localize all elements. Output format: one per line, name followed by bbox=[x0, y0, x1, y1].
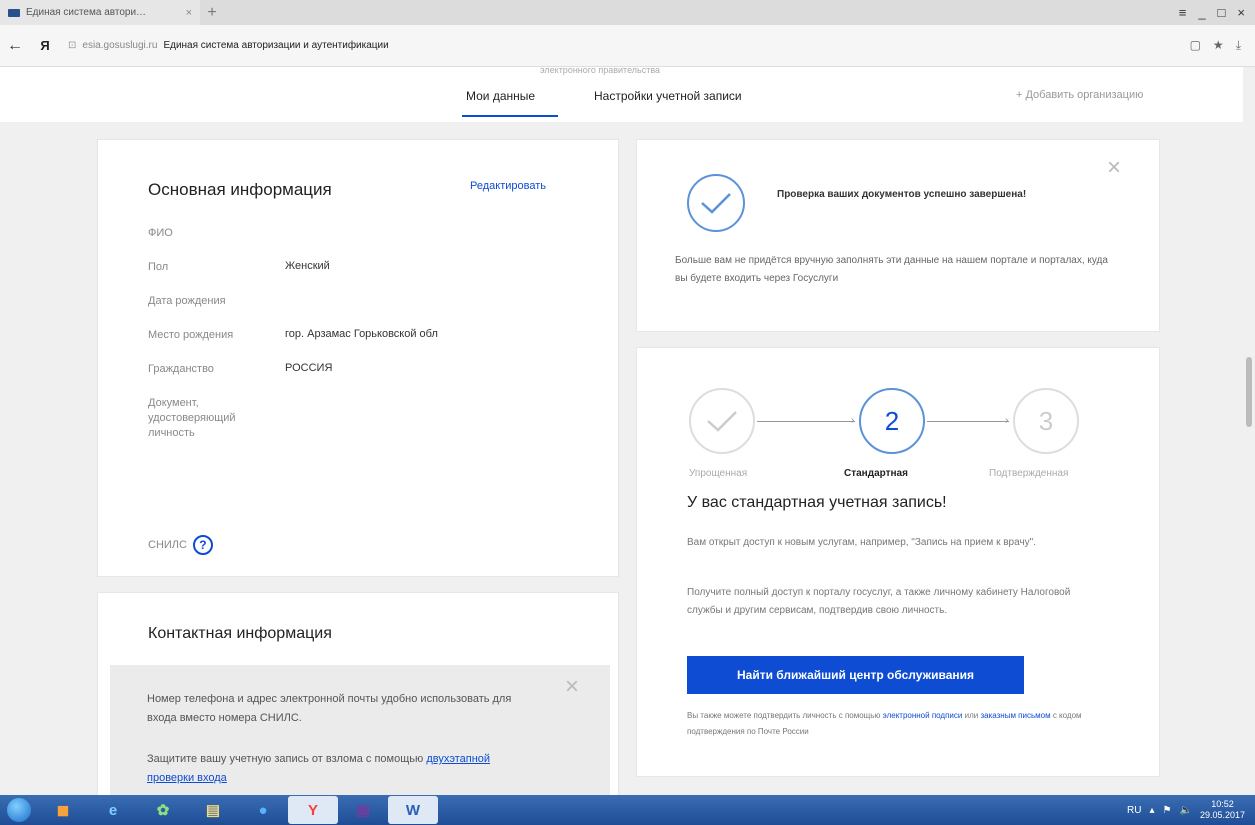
contact-note-2fa-text: Защитите вашу учетную запись от взлома с… bbox=[147, 753, 424, 765]
save-app-icon[interactable]: ▣ bbox=[338, 796, 388, 824]
account-level-card: › 2 › 3 Упрощенная Стандартная Подтвержд… bbox=[636, 347, 1160, 777]
snils-label: СНИЛС bbox=[148, 539, 187, 551]
tab-account-settings[interactable]: Настройки учетной записи bbox=[594, 89, 742, 103]
browser-titlebar: Единая система автори… × + ≡ _ □ × bbox=[0, 0, 1255, 25]
tab-my-data[interactable]: Мои данные bbox=[466, 89, 535, 103]
confirm-text-or: или bbox=[964, 711, 979, 720]
network-icon[interactable]: ▴ bbox=[1150, 805, 1155, 816]
birth-place-label: Место рождения bbox=[148, 329, 234, 341]
verification-text: Больше вам не придётся вручную заполнять… bbox=[675, 255, 1108, 284]
step-simplified-icon bbox=[689, 388, 755, 454]
account-level-full-access-text: Получите полный доступ к порталу госуслу… bbox=[687, 587, 1071, 616]
checkmark-icon bbox=[687, 174, 745, 232]
flag-icon[interactable]: ⚑ bbox=[1163, 805, 1172, 816]
windows-logo-icon bbox=[7, 798, 31, 822]
verification-card: × Проверка ваших документов успешно заве… bbox=[636, 139, 1160, 332]
url-host: esia.gosuslugi.ru bbox=[82, 40, 158, 51]
active-tab-indicator bbox=[462, 115, 558, 117]
step-connector bbox=[927, 421, 1009, 422]
start-button[interactable] bbox=[0, 795, 38, 825]
contact-info-title: Контактная информация bbox=[148, 625, 332, 642]
registered-letter-link[interactable]: заказным письмом bbox=[980, 711, 1050, 720]
find-service-center-button[interactable]: Найти ближайший центр обслуживания bbox=[687, 656, 1024, 694]
step-confirmed-icon: 3 bbox=[1013, 388, 1079, 454]
clock[interactable]: 10:52 29.05.2017 bbox=[1200, 799, 1245, 821]
taskbar: ◼ e ✿ ▤ ● Y ▣ W RU ▴ ⚑ 🔈 10:52 29.05.201… bbox=[0, 795, 1255, 825]
download-icon[interactable]: ⤓ bbox=[1236, 38, 1241, 53]
tab-title: Единая система автори… bbox=[26, 7, 147, 18]
main-info-card: Основная информация Редактировать ФИО По… bbox=[97, 139, 619, 577]
menu-icon[interactable]: ≡ bbox=[1179, 5, 1187, 20]
page-content: электронного правительства Мои данные На… bbox=[0, 67, 1255, 795]
yandex-logo[interactable]: Я bbox=[30, 38, 60, 53]
step-simplified-label: Упрощенная bbox=[689, 468, 748, 479]
snils-row: СНИЛС ? bbox=[148, 535, 213, 555]
step-confirmed-label: Подтвержденная bbox=[989, 468, 1069, 479]
site-favicon-icon bbox=[8, 8, 20, 17]
account-level-text: Вам открыт доступ к новым услугам, напри… bbox=[687, 537, 1036, 548]
yandex-browser-icon[interactable]: Y bbox=[288, 796, 338, 824]
clock-time: 10:52 bbox=[1211, 799, 1234, 809]
url-page-title: Единая система авторизации и аутентифика… bbox=[163, 40, 389, 51]
fio-label: ФИО bbox=[148, 227, 173, 239]
minimize-icon[interactable]: _ bbox=[1198, 5, 1205, 20]
header-hint: электронного правительства bbox=[540, 67, 661, 75]
url-field[interactable]: ⊡ esia.gosuslugi.ru Единая система автор… bbox=[68, 40, 389, 51]
media-icon[interactable]: ● bbox=[238, 796, 288, 824]
ie-icon[interactable]: e bbox=[88, 796, 138, 824]
citizenship-label: Гражданство bbox=[148, 363, 214, 375]
lock-icon: ⊡ bbox=[68, 40, 77, 51]
new-tab-button[interactable]: + bbox=[200, 0, 224, 25]
citizenship-value: РОССИЯ bbox=[285, 362, 333, 374]
protect-icon[interactable]: ▢ bbox=[1190, 38, 1201, 53]
arrow-icon: › bbox=[1005, 415, 1009, 426]
gender-value: Женский bbox=[285, 260, 330, 272]
birth-place-value: гор. Арзамас Горьковской обл bbox=[285, 328, 438, 340]
step-standard-label: Стандартная bbox=[844, 468, 908, 479]
edit-link[interactable]: Редактировать bbox=[470, 180, 546, 192]
main-info-title: Основная информация bbox=[148, 180, 332, 199]
gender-label: Пол bbox=[148, 261, 169, 273]
help-icon[interactable]: ? bbox=[192, 535, 213, 555]
language-indicator[interactable]: RU bbox=[1127, 805, 1141, 816]
folder-icon[interactable]: ▤ bbox=[188, 796, 238, 824]
confirm-alternatives-text: Вы также можете подтвердить личность с п… bbox=[687, 708, 1107, 740]
birth-date-label: Дата рождения bbox=[148, 295, 226, 307]
contact-info-card: Контактная информация × Номер телефона и… bbox=[97, 592, 619, 795]
close-window-icon[interactable]: × bbox=[1237, 5, 1245, 20]
word-icon[interactable]: W bbox=[388, 796, 438, 824]
clock-date: 29.05.2017 bbox=[1199, 810, 1245, 820]
page-scrollbar[interactable] bbox=[1243, 67, 1255, 795]
back-arrow-icon[interactable]: ← bbox=[0, 37, 30, 55]
electronic-signature-link[interactable]: электронной подписи bbox=[883, 711, 963, 720]
step-standard-icon: 2 bbox=[859, 388, 925, 454]
profile-subnav: электронного правительства Мои данные На… bbox=[0, 67, 1255, 122]
contact-note: × Номер телефона и адрес электронной поч… bbox=[110, 665, 610, 795]
confirm-text-prefix: Вы также можете подтвердить личность с п… bbox=[687, 711, 881, 720]
contact-note-2fa: Защитите вашу учетную запись от взлома с… bbox=[147, 750, 527, 788]
add-organization-link[interactable]: + Добавить организацию bbox=[1016, 89, 1143, 101]
address-bar: ← Я ⊡ esia.gosuslugi.ru Единая система а… bbox=[0, 25, 1255, 67]
arrow-icon: › bbox=[851, 415, 855, 426]
address-bar-actions: ▢ ★ ⤓ bbox=[1190, 38, 1255, 53]
step-connector bbox=[757, 421, 855, 422]
bookmark-star-icon[interactable]: ★ bbox=[1213, 38, 1224, 53]
id-document-label: Документ, удостоверяющий личность bbox=[148, 397, 236, 439]
taskbar-app-1[interactable]: ◼ bbox=[38, 796, 88, 824]
maximize-icon[interactable]: □ bbox=[1218, 5, 1226, 20]
verification-title: Проверка ваших документов успешно заверш… bbox=[777, 189, 1027, 200]
contact-note-text: Номер телефона и адрес электронной почты… bbox=[147, 693, 512, 724]
window-controls: ≡ _ □ × bbox=[1179, 5, 1255, 20]
browser-tab[interactable]: Единая система автори… × bbox=[0, 0, 200, 25]
volume-icon[interactable]: 🔈 bbox=[1180, 805, 1192, 816]
account-level-title: У вас стандартная учетная запись! bbox=[687, 494, 947, 511]
system-tray: RU ▴ ⚑ 🔈 10:52 29.05.2017 bbox=[1127, 799, 1255, 821]
close-icon[interactable]: × bbox=[565, 675, 579, 699]
close-icon[interactable]: × bbox=[1107, 156, 1121, 180]
scrollbar-thumb[interactable] bbox=[1246, 357, 1252, 427]
app-flower-icon[interactable]: ✿ bbox=[138, 796, 188, 824]
tab-close-icon[interactable]: × bbox=[186, 7, 192, 19]
